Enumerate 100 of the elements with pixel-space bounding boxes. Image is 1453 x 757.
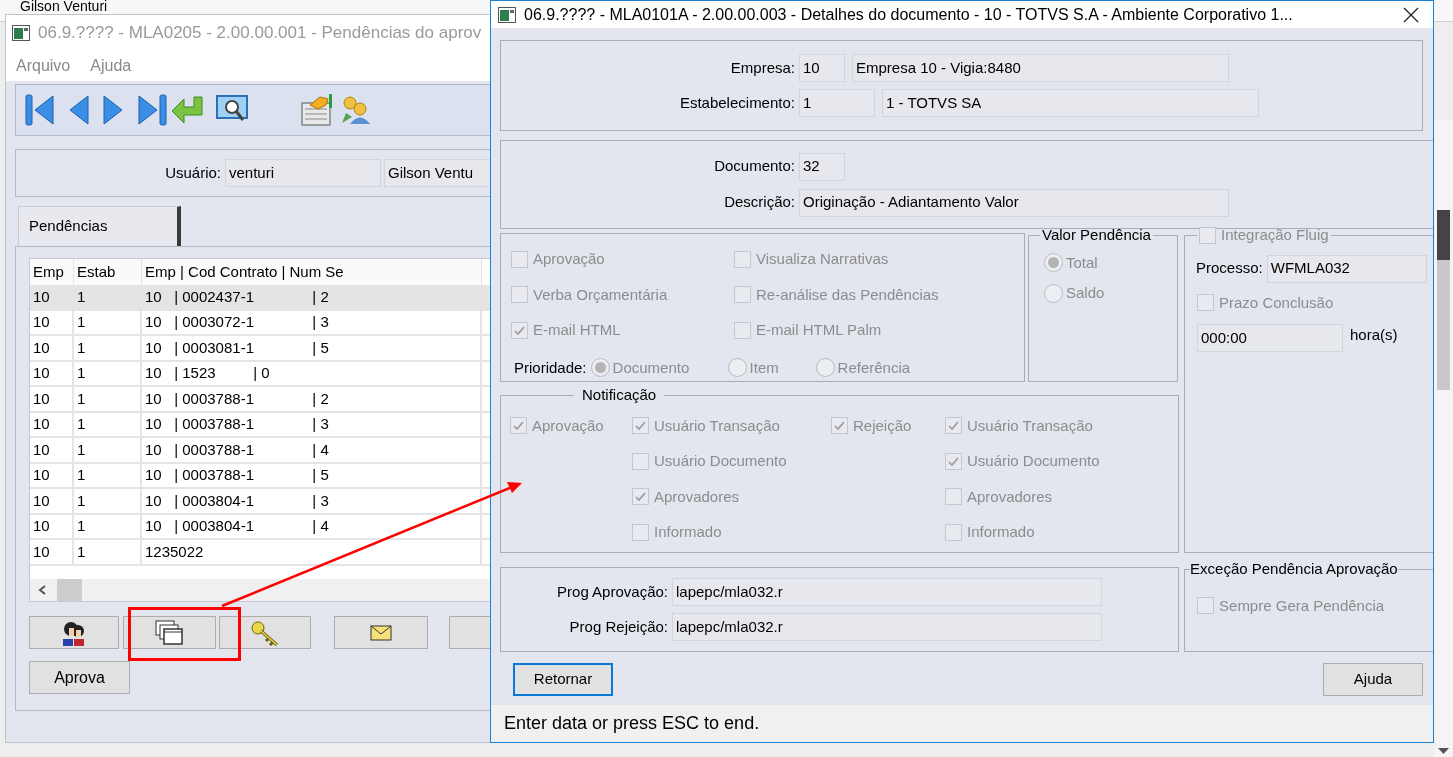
people-icon[interactable] — [340, 95, 372, 125]
table-cell: 1 — [74, 387, 142, 411]
checkbox-label: Aprovação — [533, 249, 605, 269]
checkbox-label: Usuário Transação — [654, 415, 780, 436]
scroll-thumb[interactable] — [57, 579, 82, 601]
program-field[interactable]: lapepc/mla032.r — [672, 578, 1102, 606]
program-field[interactable]: lapepc/mla032.r — [672, 613, 1102, 641]
checkbox-label: Visualiza Narrativas — [756, 249, 889, 269]
table-cell: 10 — [30, 310, 74, 334]
previous-record-icon[interactable] — [68, 93, 90, 127]
checkbox-label: Usuário Documento — [967, 451, 1100, 471]
checkbox-label: Rejeição — [853, 415, 912, 436]
table-cell: 10 — [30, 361, 74, 385]
table-cell: 1235022 — [142, 540, 482, 564]
radio-label: Saldo — [1066, 283, 1105, 303]
table-cell: 10 — [30, 336, 74, 360]
table-cell: 1 — [74, 412, 142, 436]
enter-arrow-icon[interactable] — [170, 95, 204, 125]
envelope-icon — [370, 624, 393, 641]
table-cell: 10 | 0003788-1 | 3 — [142, 412, 482, 436]
dialog-button[interactable]: Ajuda — [1323, 663, 1423, 696]
process-field[interactable]: WFMLA032 — [1266, 254, 1427, 283]
menu-item[interactable]: Arquivo — [16, 54, 71, 78]
table-cell: 10 — [30, 489, 74, 513]
field-label: Prog Rejeição: — [569, 616, 668, 637]
window-title: 06.9.???? - MLA0205 - 2.00.00.001 - Pendências do aprov — [38, 22, 482, 45]
field-label: Empresa: — [730, 57, 795, 78]
time-field[interactable]: 000:00 — [1197, 324, 1344, 352]
checkbox-label: Usuário Transação — [967, 415, 1093, 436]
user-login-field[interactable]: venturi — [225, 159, 381, 187]
check-icon — [947, 419, 960, 433]
checkbox-label: E-mail HTML Palm — [756, 320, 882, 340]
radio-label: Documento — [612, 357, 690, 378]
column-header[interactable]: Estab — [74, 259, 142, 285]
table-cell: 10 — [30, 463, 74, 487]
checkbox-label: Re-análise das Pendências — [756, 284, 939, 305]
code-field[interactable]: 10 — [799, 54, 845, 82]
table-cell: 1 — [74, 463, 142, 487]
group-title: Valor Pendência — [1041, 225, 1152, 245]
check-icon — [833, 419, 846, 433]
table-cell: 1 — [74, 310, 142, 334]
key-icon — [248, 618, 281, 647]
documents-button[interactable] — [122, 616, 216, 649]
field-label: Processo: — [1196, 258, 1263, 279]
window-title: 06.9.???? - MLA0101A - 2.00.00.003 - Detalhes do documento - 10 - TOTVS S.A - Ambiente Corporativo 1... — [524, 4, 1293, 25]
table-cell: 10 — [30, 438, 74, 462]
table-cell: 10 | 0003072-1 | 3 — [142, 310, 482, 334]
group-title: Exceção Pendência Aprovação — [1190, 559, 1398, 579]
table-cell: 10 — [30, 540, 74, 564]
tab[interactable]: Pendências — [18, 206, 181, 246]
stacked-windows-icon — [155, 619, 184, 646]
code-field[interactable]: 1 — [799, 89, 875, 117]
field-label: Estabelecimento: — [679, 92, 795, 113]
checkbox-label: Aprovadores — [967, 486, 1053, 507]
document-field[interactable]: 32 — [799, 152, 845, 181]
table-cell: 10 — [30, 412, 74, 436]
table-cell: 10 — [30, 514, 74, 538]
scrollbar[interactable] — [1434, 120, 1453, 757]
table-cell: 10 | 0003804-1 | 3 — [142, 489, 482, 513]
close-icon[interactable] — [1403, 6, 1419, 23]
priority-label: Prioridade: — [514, 357, 587, 378]
dialog-button[interactable]: Retornar — [513, 663, 613, 696]
table-cell: 1 — [74, 540, 142, 564]
window-icon — [12, 25, 30, 41]
first-record-icon[interactable] — [24, 93, 56, 127]
check-icon — [634, 490, 647, 504]
name-field[interactable]: 1 - TOTVS SA — [882, 89, 1259, 117]
field-label: Usuário: — [165, 162, 221, 183]
keys-button[interactable] — [218, 616, 312, 649]
table-cell: 1 — [74, 285, 142, 309]
status-text: Enter data or press ESC to end. — [504, 712, 760, 735]
unit-label: hora(s) — [1350, 325, 1398, 345]
mail-button[interactable] — [334, 616, 428, 649]
radio-label: Item — [749, 357, 779, 378]
document-hand-icon[interactable] — [300, 93, 334, 127]
document-field[interactable]: Originação - Adiantamento Valor — [799, 188, 1229, 217]
last-record-icon[interactable] — [136, 93, 168, 127]
check-icon — [634, 419, 647, 433]
table-cell: 10 | 0002437-1 | 2 — [142, 285, 482, 309]
checkbox-label: Informado — [967, 522, 1035, 542]
check-icon — [512, 419, 525, 433]
column-header[interactable]: Emp | Cod Contrato | Num Se — [142, 259, 482, 285]
table-cell: 1 — [74, 438, 142, 462]
radio-label: Referência — [837, 357, 911, 378]
checkbox-label: Prazo Conclusão — [1219, 292, 1334, 313]
checkbox-label: Informado — [654, 522, 722, 542]
people-button[interactable] — [29, 616, 119, 649]
column-header[interactable]: Emp — [30, 259, 74, 285]
window-icon — [498, 6, 516, 23]
table-cell: 10 — [30, 285, 74, 309]
approve-button[interactable]: Aprova — [29, 661, 130, 694]
name-field[interactable]: Empresa 10 - Vigia:8480 — [852, 54, 1229, 82]
checkbox-label: Integração Fluig — [1221, 225, 1329, 245]
table-cell: 10 | 1523 | 0 — [142, 361, 482, 385]
field-label: Prog Aprovação: — [557, 581, 668, 602]
group-title: Notificação — [581, 385, 658, 405]
table-cell: 10 — [30, 387, 74, 411]
table-cell: 10 | 0003804-1 | 4 — [142, 514, 482, 538]
next-record-icon[interactable] — [102, 93, 124, 127]
menu-item[interactable]: Ajuda — [90, 54, 132, 78]
